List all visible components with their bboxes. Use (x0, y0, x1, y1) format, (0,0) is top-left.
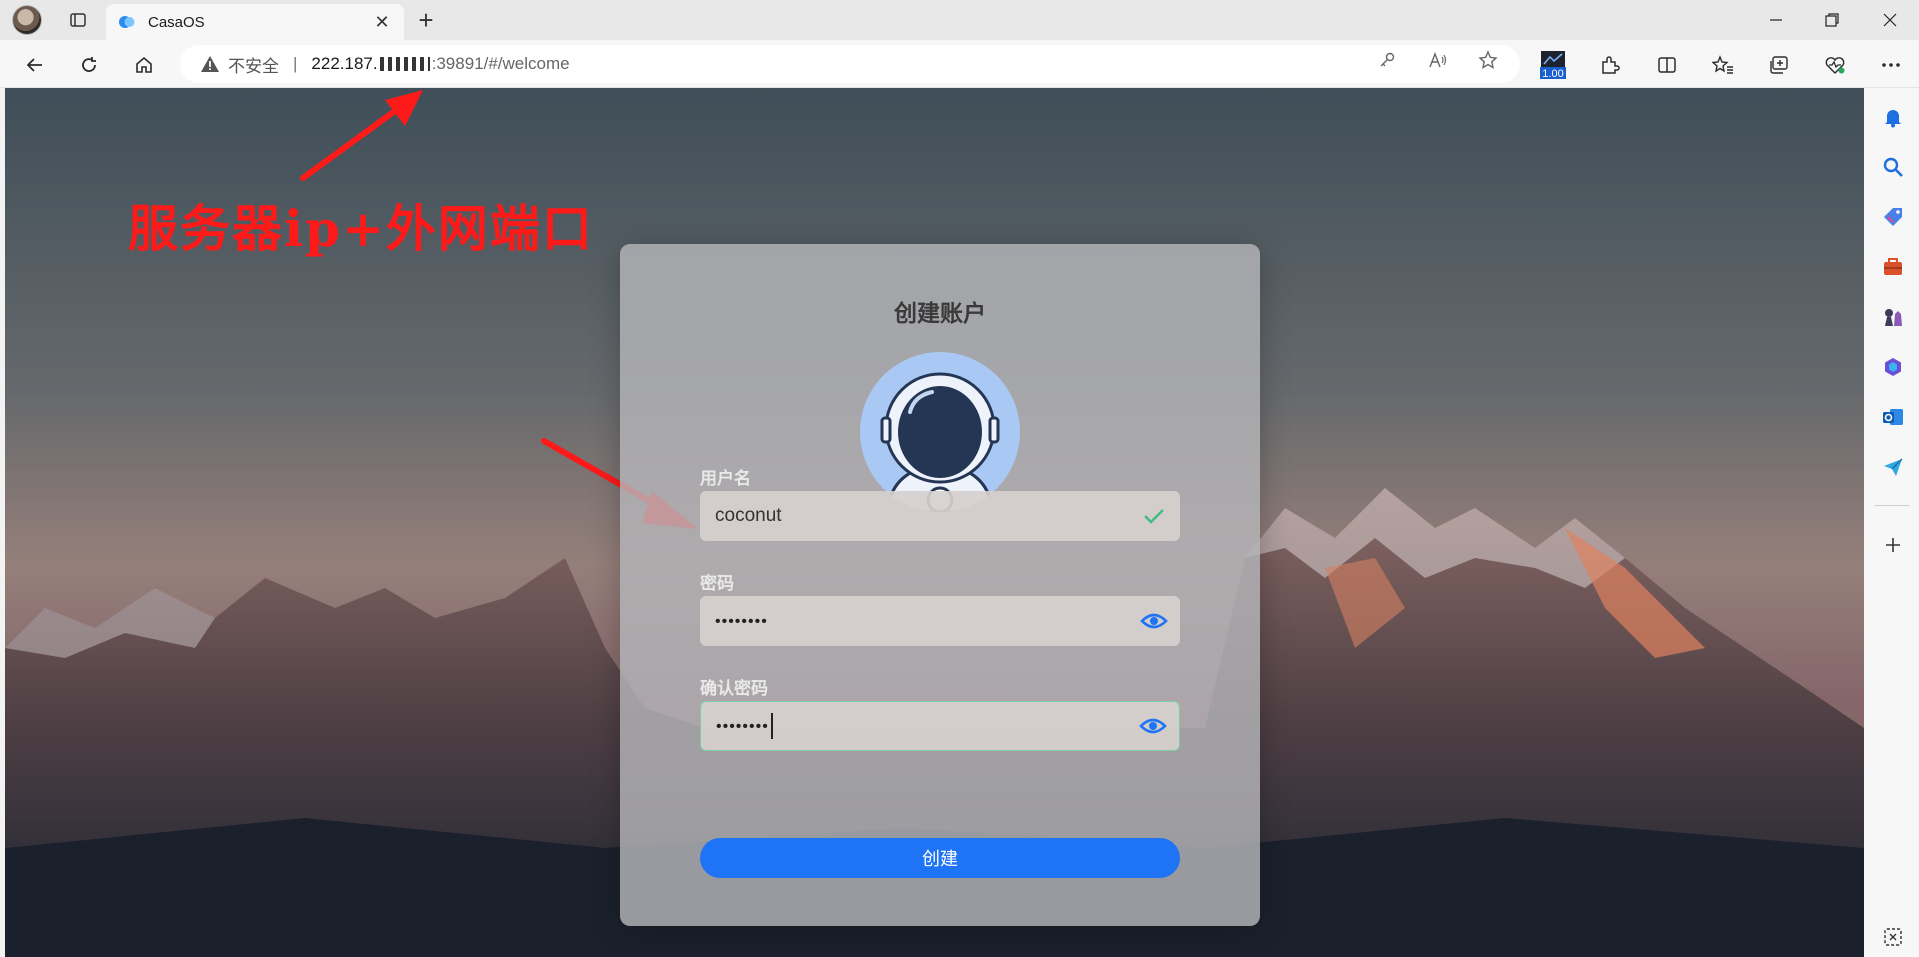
key-icon[interactable] (1376, 49, 1398, 71)
tab-close-icon[interactable]: ✕ (372, 12, 392, 32)
favorites-icon[interactable] (1706, 48, 1740, 82)
url-path: :39891/#/welcome (431, 54, 570, 73)
check-icon (1140, 502, 1168, 530)
extension-badge-icon[interactable]: 1.00 (1536, 48, 1570, 82)
annotation-text: 服务器ip+外网端口 (128, 199, 594, 258)
password-field[interactable]: •••••••• (700, 596, 1180, 646)
tools-briefcase-icon[interactable] (1882, 256, 1904, 278)
home-button[interactable] (127, 48, 161, 82)
tab-actions-icon[interactable] (62, 4, 94, 36)
address-separator: | (293, 54, 298, 73)
notifications-bell-icon[interactable] (1882, 106, 1904, 128)
redacted-ip-mask (379, 57, 430, 71)
username-field[interactable]: coconut (700, 491, 1180, 541)
refresh-button[interactable] (72, 48, 106, 82)
more-menu-icon[interactable] (1874, 48, 1908, 82)
send-paper-plane-icon[interactable] (1882, 456, 1904, 478)
url-host: 222.187. (311, 54, 378, 73)
browser-essentials-icon[interactable] (1818, 48, 1852, 82)
confirm-password-field[interactable]: •••••••• (700, 701, 1180, 751)
astronaut-avatar-icon (860, 352, 1020, 512)
extensions-icon[interactable] (1593, 48, 1627, 82)
read-aloud-icon[interactable] (1427, 49, 1449, 71)
username-label: 用户名 (700, 469, 751, 488)
tab-title: CasaOS (148, 13, 205, 31)
create-button[interactable]: 创建 (700, 838, 1180, 878)
restore-button[interactable] (1804, 0, 1860, 40)
casaos-favicon-icon (118, 13, 136, 31)
new-tab-button[interactable]: + (412, 5, 440, 35)
split-screen-icon[interactable] (1650, 48, 1684, 82)
profile-avatar[interactable] (12, 5, 42, 35)
security-label[interactable]: 不安全 (228, 52, 279, 77)
add-sidebar-app-icon[interactable] (1882, 534, 1904, 556)
back-button[interactable] (18, 48, 52, 82)
annotation-arrow-icon (300, 90, 423, 181)
text-caret (770, 713, 773, 739)
warning-icon[interactable] (200, 54, 220, 74)
password-value: •••••••• (715, 613, 768, 630)
page-content: 服务器ip+外网端口 创建账户 用户名 coconut 密码 •••••••• … (5, 88, 1864, 957)
confirm-password-value: •••••••• (716, 718, 769, 736)
show-password-eye-icon[interactable] (1140, 607, 1168, 635)
active-tab[interactable]: CasaOS ✕ (106, 4, 404, 40)
show-confirm-password-eye-icon[interactable] (1139, 712, 1167, 740)
extension-badge-text: 1.00 (1542, 68, 1564, 80)
search-icon[interactable] (1882, 156, 1904, 178)
minimize-button[interactable] (1748, 0, 1804, 40)
card-title: 创建账户 (894, 300, 986, 326)
microsoft-365-icon[interactable] (1882, 356, 1904, 378)
password-label: 密码 (700, 574, 734, 593)
close-window-button[interactable] (1862, 0, 1918, 40)
edge-sidebar (1864, 88, 1919, 957)
username-value: coconut (715, 505, 782, 526)
shopping-tag-icon[interactable] (1882, 206, 1904, 228)
browser-toolbar: 不安全 | 222.187. :39891/#/welcome 1.00 (0, 40, 1919, 88)
hide-sidebar-icon[interactable] (1882, 926, 1904, 948)
sidebar-divider (1874, 505, 1910, 506)
favorite-star-icon[interactable] (1477, 49, 1499, 71)
collections-icon[interactable] (1762, 48, 1796, 82)
outlook-icon[interactable] (1882, 406, 1904, 428)
confirm-password-label: 确认密码 (700, 679, 768, 698)
games-chess-icon[interactable] (1882, 306, 1904, 328)
create-account-card: 创建账户 用户名 coconut 密码 •••••••• 确认密码 ••••••… (620, 244, 1260, 926)
address-bar[interactable]: 不安全 | 222.187. :39891/#/welcome (180, 45, 1520, 83)
